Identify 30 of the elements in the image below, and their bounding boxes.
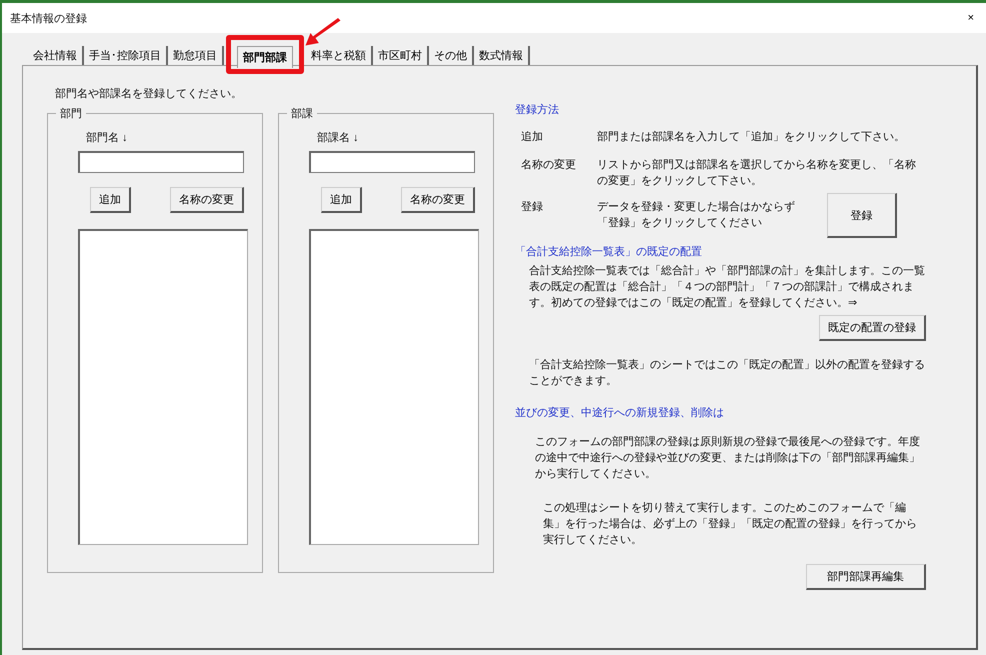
term-text: 追加 bbox=[521, 130, 544, 145]
rename-button[interactable]: 名称の変更 bbox=[170, 187, 244, 213]
reedit-button[interactable]: 部門部課再編集 bbox=[806, 564, 926, 590]
paragraph-text: このフォームの部門部課の登録は原則新規の登録で最後尾への登録です。年度の途中で中途行への登録や並びの変更、または削除は下の「部門部課再編集」から実行してください。 bbox=[535, 434, 921, 482]
input-field[interactable] bbox=[309, 151, 475, 173]
term-text: 名称の変更 bbox=[521, 158, 577, 173]
description-text: リストから部門又は部課名を選択してから名称を変更し、「名称の変更」をクリックして下さい。 bbox=[597, 158, 917, 189]
term-text: 登録 bbox=[521, 200, 544, 215]
section-heading: 「合計支給控除一覧表」の既定の配置 bbox=[515, 244, 703, 259]
rename-button[interactable]: 名称の変更 bbox=[401, 187, 475, 213]
group-title: 部課 bbox=[287, 106, 317, 121]
section-heading: 登録方法 bbox=[515, 102, 560, 117]
section-heading: 並びの変更、中途行への新規登録、削除は bbox=[515, 406, 725, 420]
window-title: 基本情報の登録 bbox=[10, 12, 87, 26]
paragraph-text: 「合計支給控除一覧表」のシートではこの「既定の配置」以外の配置を登録することができます。 bbox=[529, 358, 926, 389]
description-text: 部門または部課名を入力して「追加」をクリックして下さい。 bbox=[597, 130, 906, 145]
field-label: 部課名 ↓ bbox=[317, 130, 360, 145]
default-layout-button[interactable]: 既定の配置の登録 bbox=[819, 315, 926, 341]
tab[interactable]: 部門部課 bbox=[237, 46, 293, 68]
paragraph-text: この処理はシートを切り替えて実行します。このためこのフォームで「編集」を行った場合は、必ず上の「登録」「既定の配置の登録」を行ってから実行してください。 bbox=[543, 500, 918, 548]
register-button[interactable]: 登録 bbox=[827, 193, 897, 238]
add-button[interactable]: 追加 bbox=[321, 187, 362, 213]
input-field[interactable] bbox=[78, 151, 244, 173]
description-text: データを登録・変更した場合はかならず「登録」をクリックしてください bbox=[597, 200, 796, 231]
paragraph-text: 合計支給控除一覧表では「総合計」や「部門部課の計」を集計します。この一覧表の既定の配置は「総合計」「４つの部門計」「７つの部課計」で構成されます。初めての登録ではこの「既定の配置」を登録してください。⇒ bbox=[529, 264, 926, 311]
instruction-text: 部門名や部課名を登録してください。 bbox=[55, 86, 243, 101]
field-label: 部門名 ↓ bbox=[86, 130, 129, 145]
add-button[interactable]: 追加 bbox=[90, 187, 131, 213]
group-title: 部門 bbox=[56, 106, 86, 121]
close-button[interactable]: × bbox=[964, 12, 978, 24]
